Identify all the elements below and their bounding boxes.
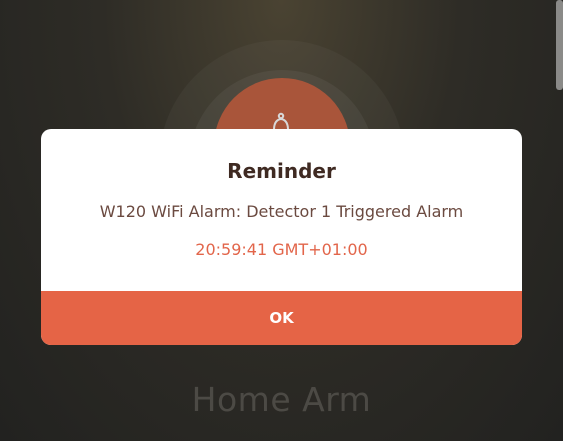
app-screen: Home Arm Reminder W120 WiFi Alarm: Detec… xyxy=(0,0,563,441)
dialog-message: W120 WiFi Alarm: Detector 1 Triggered Al… xyxy=(99,202,464,221)
reminder-dialog: Reminder W120 WiFi Alarm: Detector 1 Tri… xyxy=(41,129,522,345)
ok-button[interactable]: OK xyxy=(41,291,522,345)
scroll-indicator xyxy=(556,0,563,90)
mode-label: Home Arm xyxy=(191,380,372,419)
dialog-title: Reminder xyxy=(227,159,336,183)
dialog-timestamp: 20:59:41 GMT+01:00 xyxy=(195,240,368,259)
